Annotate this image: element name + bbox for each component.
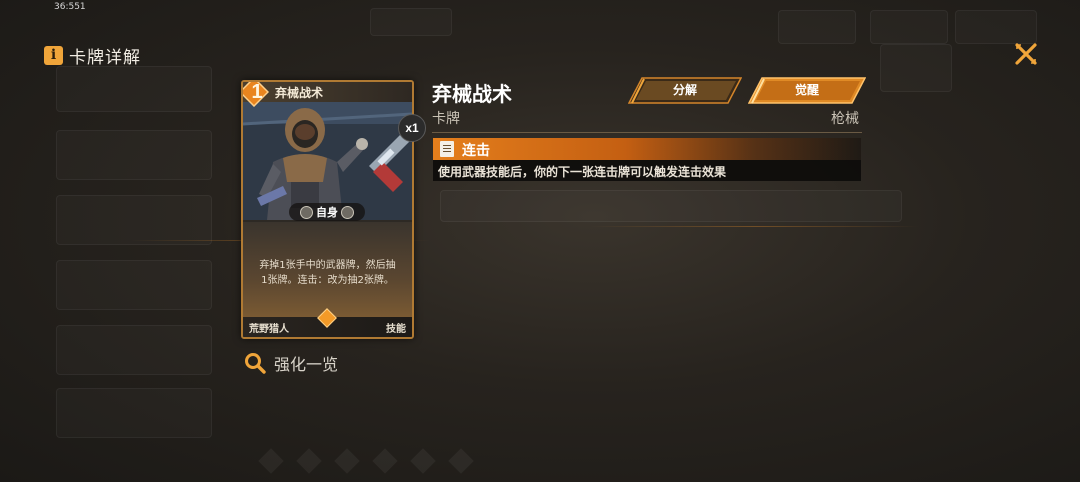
card-target-label: 自身 (316, 206, 338, 219)
target-enemy-icon (341, 205, 354, 219)
panel-title: i 卡牌详解 (44, 43, 141, 68)
upgrade-overview-label: 强化一览 (274, 355, 339, 374)
search-icon (245, 353, 266, 374)
awaken-button[interactable]: 觉醒 (748, 77, 866, 104)
detail-category: 卡牌 (432, 111, 460, 127)
panel-title-text: 卡牌详解 (69, 48, 141, 68)
detail-title: 弃械战术 (432, 82, 512, 106)
card-description-line: 1张牌。连击：改为抽2张牌。 (261, 275, 394, 286)
detail-divider (432, 132, 862, 133)
card-target: 自身 (289, 203, 365, 221)
keyword-description-box: 使用武器技能后，你的下一张连击牌可以触发连击效果 (433, 160, 861, 181)
keyword-header: 连击 (433, 138, 861, 160)
detail-subtype: 枪械 (831, 111, 859, 127)
card-name: 弃械战术 (275, 86, 324, 100)
card-description-line: 弃掉1张手中的武器牌，然后抽 (259, 260, 396, 271)
card-type: 技能 (386, 324, 406, 335)
status-timestamp: 36:551 (54, 2, 86, 12)
card-cost: 1 (251, 81, 263, 103)
card-count-badge: x1 (398, 114, 426, 142)
card-faction: 荒野猎人 (249, 324, 289, 335)
awaken-label: 觉醒 (794, 83, 819, 97)
upgrade-overview-button[interactable]: 强化一览 (244, 351, 338, 375)
document-icon (440, 141, 454, 157)
info-icon: i (44, 46, 63, 65)
close-button[interactable] (1013, 41, 1039, 67)
card-preview[interactable]: 自身 弃械战术 1 弃掉1张手中的武器牌，然后抽 1张牌。连击：改为抽2张牌。 … (241, 80, 414, 339)
target-self-icon (300, 205, 313, 219)
decompose-label: 分解 (672, 83, 697, 97)
close-icon (1015, 43, 1037, 65)
card-description: 弃掉1张手中的武器牌，然后抽 1张牌。连击：改为抽2张牌。 (249, 258, 406, 288)
card-footer: 荒野猎人 技能 (243, 308, 412, 337)
decompose-button[interactable]: 分解 (628, 77, 742, 104)
keyword-description: 使用武器技能后，你的下一张连击牌可以触发连击效果 (438, 165, 727, 179)
keyword-name: 连击 (462, 143, 490, 159)
